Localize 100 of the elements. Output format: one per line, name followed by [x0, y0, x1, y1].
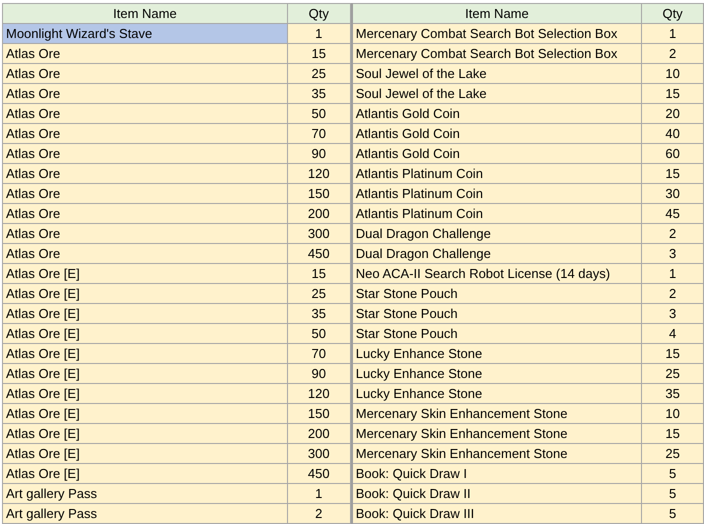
table-cell: 450 — [287, 244, 350, 264]
table-cell: 90 — [287, 144, 350, 164]
table-cell: Atlas Ore [E] — [2, 264, 288, 284]
table-cell: 70 — [287, 124, 350, 144]
table-cell: Star Stone Pouch — [352, 324, 642, 344]
table-cell: Mercenary Skin Enhancement Stone — [352, 404, 642, 424]
table-cell: 200 — [287, 424, 350, 444]
table-cell: 90 — [287, 364, 350, 384]
table-cell: Moonlight Wizard's Stave — [2, 24, 288, 44]
table-cell: Book: Quick Draw I — [352, 464, 642, 484]
table-cell: 35 — [287, 84, 350, 104]
table-cell: Atlantis Platinum Coin — [352, 164, 642, 184]
table-cell: 200 — [287, 204, 350, 224]
table-cell: 2 — [287, 504, 350, 524]
table-cell: Soul Jewel of the Lake — [352, 64, 642, 84]
table-cell: Atlas Ore — [2, 184, 288, 204]
table-cell: Atlas Ore [E] — [2, 284, 288, 304]
table-cell: 25 — [642, 444, 704, 464]
table-cell: Mercenary Combat Search Bot Selection Box — [352, 24, 642, 44]
column-header: Item Name — [352, 4, 642, 24]
table-cell: 3 — [642, 304, 704, 324]
table-cell: 1 — [642, 264, 704, 284]
table-cell: Atlas Ore — [2, 204, 288, 224]
table-cell: Atlas Ore [E] — [2, 324, 288, 344]
table-cell: Lucky Enhance Stone — [352, 364, 642, 384]
table-cell: 5 — [642, 504, 704, 524]
table-cell: 10 — [642, 404, 704, 424]
table-cell: 25 — [287, 284, 350, 304]
table-cell: 35 — [642, 384, 704, 404]
table-cell: 10 — [642, 64, 704, 84]
table-cell: Atlas Ore — [2, 44, 288, 64]
table-cell: 300 — [287, 224, 350, 244]
table-cell: Mercenary Skin Enhancement Stone — [352, 424, 642, 444]
table-cell: Star Stone Pouch — [352, 304, 642, 324]
table-cell: 40 — [642, 124, 704, 144]
table-cell: 15 — [642, 344, 704, 364]
table-cell: 1 — [287, 24, 350, 44]
table-cell: 120 — [287, 164, 350, 184]
column-header: Item Name — [2, 4, 288, 24]
table-cell: Atlantis Gold Coin — [352, 124, 642, 144]
table-cell: 2 — [642, 44, 704, 64]
table-cell: Atlas Ore [E] — [2, 384, 288, 404]
table-cell: 60 — [642, 144, 704, 164]
table-cell: Atlas Ore [E] — [2, 444, 288, 464]
table-cell: 45 — [642, 204, 704, 224]
table-cell: 300 — [287, 444, 350, 464]
table-cell: Atlas Ore [E] — [2, 464, 288, 484]
table-cell: Atlas Ore [E] — [2, 424, 288, 444]
table-cell: 20 — [642, 104, 704, 124]
table-cell: Atlas Ore [E] — [2, 304, 288, 324]
table-cell: Atlas Ore — [2, 64, 288, 84]
table-cell: 5 — [642, 484, 704, 504]
table-cell: Atlantis Gold Coin — [352, 144, 642, 164]
table-cell: 15 — [287, 264, 350, 284]
table-cell: Soul Jewel of the Lake — [352, 84, 642, 104]
table-cell: Atlantis Platinum Coin — [352, 204, 642, 224]
table-cell: Lucky Enhance Stone — [352, 344, 642, 364]
table-cell: Atlas Ore [E] — [2, 364, 288, 384]
table-cell: Mercenary Skin Enhancement Stone — [352, 444, 642, 464]
table-cell: 1 — [642, 24, 704, 44]
table-cell: 50 — [287, 104, 350, 124]
table-cell: 450 — [287, 464, 350, 484]
table-cell: 70 — [287, 344, 350, 364]
table-cell: Atlantis Platinum Coin — [352, 184, 642, 204]
table-cell: Atlas Ore — [2, 164, 288, 184]
table-cell: 25 — [287, 64, 350, 84]
table-cell: Dual Dragon Challenge — [352, 224, 642, 244]
table-cell: Atlas Ore — [2, 104, 288, 124]
column-header: Qty — [642, 4, 704, 24]
table-cell: 150 — [287, 184, 350, 204]
table-cell: Dual Dragon Challenge — [352, 244, 642, 264]
table-cell: Book: Quick Draw II — [352, 484, 642, 504]
table-cell: Lucky Enhance Stone — [352, 384, 642, 404]
table-cell: Mercenary Combat Search Bot Selection Box — [352, 44, 642, 64]
table-cell: 35 — [287, 304, 350, 324]
table-cell: Art gallery Pass — [2, 504, 288, 524]
table-cell: 1 — [287, 484, 350, 504]
table-cell: 15 — [642, 84, 704, 104]
table-cell: Atlas Ore [E] — [2, 404, 288, 424]
table-cell: Atlas Ore — [2, 84, 288, 104]
table-cell: 5 — [642, 464, 704, 484]
table-cell: Atlas Ore — [2, 144, 288, 164]
table-cell: Art gallery Pass — [2, 484, 288, 504]
table-cell: 30 — [642, 184, 704, 204]
table-cell: 150 — [287, 404, 350, 424]
table-cell: 50 — [287, 324, 350, 344]
table-cell: Atlantis Gold Coin — [352, 104, 642, 124]
table-cell: 4 — [642, 324, 704, 344]
table-cell: 2 — [642, 224, 704, 244]
table-cell: Neo ACA-II Search Robot License (14 days) — [352, 264, 642, 284]
table-cell: 15 — [287, 44, 350, 64]
column-header: Qty — [287, 4, 350, 24]
table-cell: 3 — [642, 244, 704, 264]
table-cell: 15 — [642, 164, 704, 184]
table-cell: 120 — [287, 384, 350, 404]
table-cell: Atlas Ore [E] — [2, 344, 288, 364]
table-cell: 2 — [642, 284, 704, 304]
table-cell: 15 — [642, 424, 704, 444]
table-cell: 25 — [642, 364, 704, 384]
table-cell: Atlas Ore — [2, 124, 288, 144]
